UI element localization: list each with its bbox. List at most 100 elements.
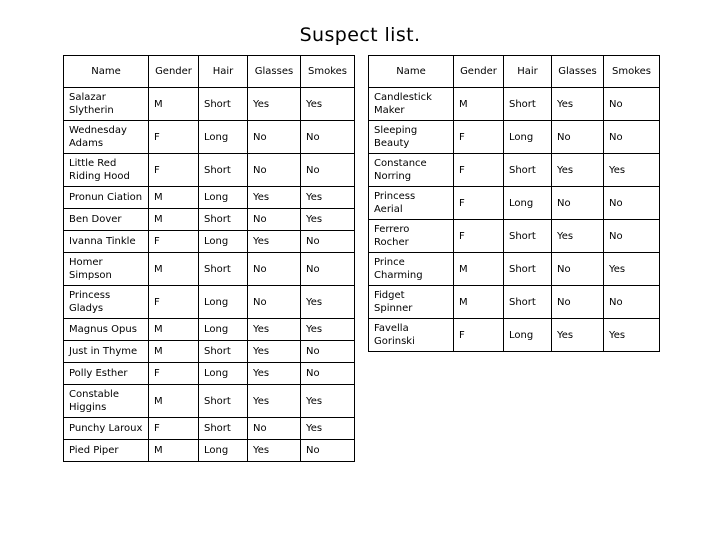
cell-smokes: No xyxy=(603,285,660,319)
cell-gender: M xyxy=(453,252,504,286)
cell-name: Fidget Spinner xyxy=(368,285,454,319)
cell-name: Prince Charming xyxy=(368,252,454,286)
cell-gender: F xyxy=(453,318,504,352)
cell-gender: M xyxy=(148,384,199,418)
table-right-header: Name Gender Hair Glasses Smokes xyxy=(368,55,660,88)
name-line: Princess xyxy=(69,290,111,301)
cell-hair: Long xyxy=(198,186,248,209)
cell-glasses: No xyxy=(247,417,301,440)
table-row: Sleeping Beauty F Long No No xyxy=(368,120,660,154)
name-line: Homer xyxy=(69,257,103,268)
cell-smokes: Yes xyxy=(603,252,660,286)
table-row: Pied Piper M Long Yes No xyxy=(63,439,355,462)
cell-hair: Short xyxy=(503,252,552,286)
cell-glasses: Yes xyxy=(247,439,301,462)
cell-gender: M xyxy=(148,186,199,209)
cell-glasses: Yes xyxy=(247,87,301,121)
name-line: Pronun Ciation xyxy=(69,192,143,203)
table-row: Wednesday Adams F Long No No xyxy=(63,120,355,154)
name-line: Candlestick xyxy=(374,92,432,103)
name-line: Princess xyxy=(374,191,416,202)
cell-smokes: No xyxy=(300,230,355,253)
cell-hair: Long xyxy=(503,186,552,220)
cell-name: Pied Piper xyxy=(63,439,149,462)
cell-gender: F xyxy=(148,417,199,440)
cell-gender: F xyxy=(453,153,504,187)
name-line: Riding Hood xyxy=(69,171,130,182)
name-line: Favella xyxy=(374,323,409,334)
name-line: Ben Dover xyxy=(69,214,122,225)
cell-glasses: Yes xyxy=(551,87,604,121)
cell-name: Ben Dover xyxy=(63,208,149,231)
cell-gender: F xyxy=(148,285,199,319)
cell-hair: Long xyxy=(503,318,552,352)
cell-glasses: Yes xyxy=(247,230,301,253)
column-header-glasses: Glasses xyxy=(551,55,604,88)
name-line: Wednesday xyxy=(69,125,127,136)
cell-glasses: Yes xyxy=(247,318,301,341)
name-line: Norring xyxy=(374,171,412,182)
cell-hair: Long xyxy=(198,318,248,341)
cell-glasses: No xyxy=(551,252,604,286)
table-row: Prince Charming M Short No Yes xyxy=(368,252,660,286)
cell-smokes: Yes xyxy=(603,153,660,187)
table-row: Pronun Ciation M Long Yes Yes xyxy=(63,186,355,209)
cell-glasses: No xyxy=(551,186,604,220)
cell-glasses: Yes xyxy=(247,340,301,363)
cell-gender: F xyxy=(148,120,199,154)
name-line: Simpson xyxy=(69,270,112,281)
cell-glasses: No xyxy=(247,120,301,154)
cell-hair: Short xyxy=(503,219,552,253)
cell-glasses: Yes xyxy=(247,384,301,418)
cell-smokes: No xyxy=(300,439,355,462)
cell-glasses: Yes xyxy=(247,362,301,385)
cell-gender: F xyxy=(148,153,199,187)
cell-hair: Short xyxy=(198,417,248,440)
cell-gender: F xyxy=(453,186,504,220)
cell-gender: M xyxy=(148,340,199,363)
cell-hair: Short xyxy=(198,153,248,187)
name-line: Ivanna Tinkle xyxy=(69,236,136,247)
cell-gender: M xyxy=(453,285,504,319)
name-line: Constance xyxy=(374,158,427,169)
cell-gender: M xyxy=(148,208,199,231)
cell-gender: M xyxy=(453,87,504,121)
name-line: Fidget xyxy=(374,290,405,301)
cell-gender: M xyxy=(148,318,199,341)
table-row: Little Red Riding Hood F Short No No xyxy=(63,153,355,187)
cell-name: Sleeping Beauty xyxy=(368,120,454,154)
cell-smokes: Yes xyxy=(300,285,355,319)
cell-hair: Short xyxy=(503,285,552,319)
table-row: Constance Norring F Short Yes Yes xyxy=(368,153,660,187)
cell-name: Princess Aerial xyxy=(368,186,454,220)
cell-glasses: No xyxy=(247,208,301,231)
name-line: Sleeping xyxy=(374,125,418,136)
table-row: Ivanna Tinkle F Long Yes No xyxy=(63,230,355,253)
table-row: Just in Thyme M Short Yes No xyxy=(63,340,355,363)
table-right-body: Candlestick Maker M Short Yes No Sleeping Beaut… xyxy=(368,87,660,352)
table-row: Constable Higgins M Short Yes Yes xyxy=(63,384,355,418)
name-line: Beauty xyxy=(374,138,410,149)
cell-name: Just in Thyme xyxy=(63,340,149,363)
cell-glasses: Yes xyxy=(551,318,604,352)
column-header-glasses: Glasses xyxy=(247,55,301,88)
cell-gender: M xyxy=(148,87,199,121)
name-line: Higgins xyxy=(69,402,107,413)
cell-name: Princess Gladys xyxy=(63,285,149,319)
cell-name: Ferrero Rocher xyxy=(368,219,454,253)
suspect-table-right: Name Gender Hair Glasses Smokes Candlest… xyxy=(368,55,660,352)
column-header-name: Name xyxy=(63,55,149,88)
name-line: Prince xyxy=(374,257,405,268)
name-line: Salazar xyxy=(69,92,106,103)
cell-gender: F xyxy=(453,120,504,154)
name-line: Spinner xyxy=(374,303,413,314)
cell-glasses: No xyxy=(247,252,301,286)
cell-glasses: No xyxy=(551,285,604,319)
table-row: Magnus Opus M Long Yes Yes xyxy=(63,318,355,341)
cell-smokes: No xyxy=(603,120,660,154)
name-line: Ferrero xyxy=(374,224,410,235)
name-line: Just in Thyme xyxy=(69,346,138,357)
page-title: Suspect list. xyxy=(299,23,421,46)
cell-name: Polly Esther xyxy=(63,362,149,385)
cell-gender: M xyxy=(148,252,199,286)
